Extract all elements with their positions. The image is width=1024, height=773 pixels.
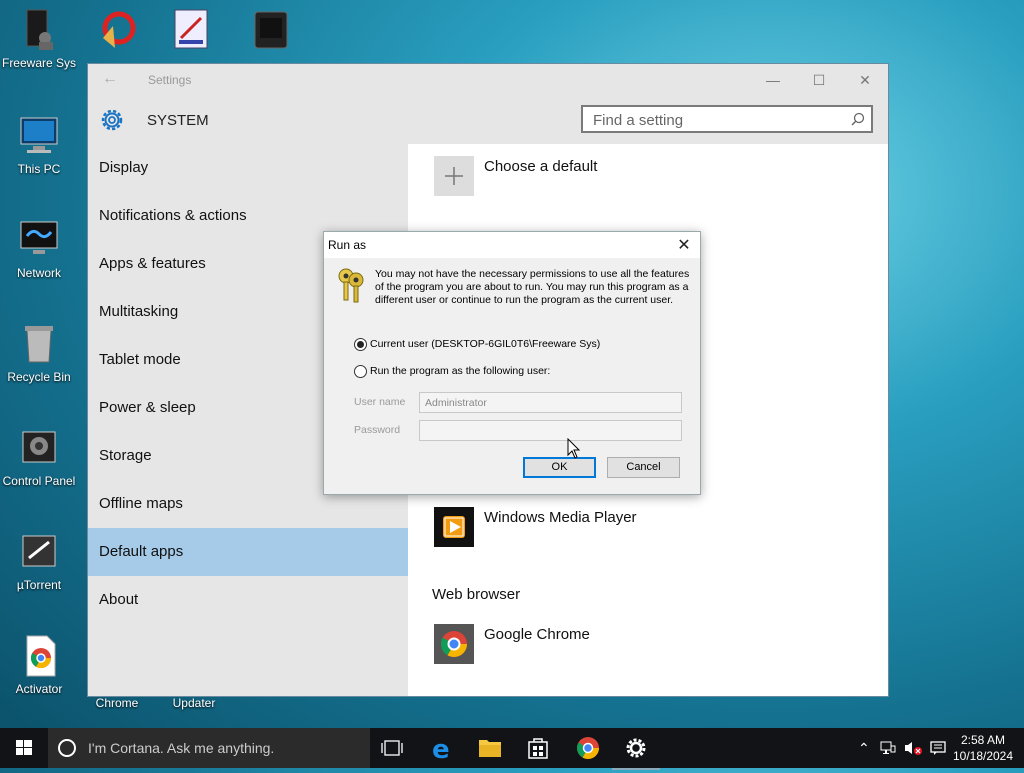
close-button[interactable]: ✕ <box>842 64 888 96</box>
other-user-label: Run the program as the following user: <box>370 365 551 377</box>
username-input[interactable] <box>423 396 677 410</box>
desktop-icon-editor[interactable] <box>152 8 230 56</box>
current-user-label: Current user (DESKTOP-6GIL0T6\Freeware S… <box>370 338 601 350</box>
desktop-icon-terminal[interactable] <box>232 8 310 56</box>
dialog-title: Run as <box>328 238 367 252</box>
user-folder-icon <box>19 8 59 52</box>
desktop-icon-label: This PC <box>17 162 61 176</box>
permission-message: You may not have the necessary permissio… <box>375 268 690 306</box>
find-setting-search[interactable] <box>581 105 873 133</box>
settings-titlebar: ← Settings — ☐ ✕ <box>88 64 888 96</box>
desktop-icon-label: Freeware Sys <box>1 56 77 70</box>
search-input[interactable] <box>591 111 845 130</box>
network-tray-icon[interactable] <box>880 740 896 756</box>
taskbar-clock[interactable]: 2:58 AM 10/18/2024 <box>950 732 1016 764</box>
edge-button[interactable]: e <box>418 728 466 768</box>
terminal-icon <box>251 8 291 52</box>
chrome-taskbar-button[interactable] <box>564 728 612 768</box>
plus-icon <box>434 156 474 196</box>
desktop-icon-network[interactable]: Network <box>0 218 78 280</box>
mouse-cursor-icon <box>567 438 581 459</box>
current-user-radio[interactable] <box>354 338 367 351</box>
settings-gear-icon <box>626 738 646 758</box>
settings-taskbar-button[interactable] <box>612 728 660 770</box>
password-input[interactable] <box>423 424 677 438</box>
video-player-app-name: Windows Media Player <box>484 509 637 526</box>
username-field[interactable] <box>419 392 682 413</box>
minimize-button[interactable]: — <box>750 64 796 96</box>
ccleaner-icon <box>97 8 137 52</box>
taskbar: I'm Cortana. Ask me anything. e ⌃ 2:58 A… <box>0 728 1024 770</box>
windows-media-player-icon <box>434 507 474 547</box>
desktop-icon-label: Activator <box>15 682 63 696</box>
clock-date: 10/18/2024 <box>952 749 1014 763</box>
google-chrome-icon <box>434 624 474 664</box>
file-explorer-button[interactable] <box>466 728 514 768</box>
desktop-icon-label: Recycle Bin <box>7 370 71 384</box>
cancel-button[interactable]: Cancel <box>607 457 680 478</box>
desktop-icon-activator[interactable]: Activator <box>0 634 78 696</box>
control-panel-icon <box>19 426 59 470</box>
gear-icon <box>101 109 123 131</box>
password-field[interactable] <box>419 420 682 441</box>
edge-icon: e <box>432 735 450 765</box>
dialog-titlebar: Run as ✕ <box>324 232 700 258</box>
settings-header: SYSTEM <box>88 96 888 144</box>
desktop-icon-label: Control Panel <box>2 474 76 488</box>
desktop-icon-label: Chrome <box>95 696 139 710</box>
chrome-file-icon <box>19 634 59 678</box>
back-arrow-icon[interactable]: ← <box>102 70 118 88</box>
desktop-icon-label: µTorrent <box>16 578 62 592</box>
nav-item-display[interactable]: Display <box>88 144 408 192</box>
web-browser-app-name: Google Chrome <box>484 626 590 643</box>
desktop-icon-utorrent[interactable]: µTorrent <box>0 530 78 592</box>
store-button[interactable] <box>514 728 562 768</box>
run-as-dialog: Run as ✕ You may not have the necessary … <box>323 231 701 495</box>
computer-icon <box>19 114 59 158</box>
volume-muted-icon[interactable] <box>903 740 923 756</box>
desktop-icon-freeware-sys[interactable]: Freeware Sys <box>0 8 78 70</box>
windows-logo-icon <box>16 740 32 755</box>
keys-icon <box>338 268 364 303</box>
folder-icon <box>479 740 501 757</box>
task-view-icon <box>381 740 403 756</box>
desktop-icon-this-pc[interactable]: This PC <box>0 114 78 176</box>
dialog-close-button[interactable]: ✕ <box>674 235 694 255</box>
recycle-bin-icon <box>19 322 59 366</box>
password-label: Password <box>354 424 401 436</box>
nav-item-about[interactable]: About <box>88 576 408 624</box>
store-icon <box>528 738 548 759</box>
web-browser-heading: Web browser <box>432 586 521 603</box>
desktop-icon-label: Updater <box>172 696 216 710</box>
nav-item-default-apps[interactable]: Default apps <box>88 528 408 576</box>
username-label: User name <box>354 396 406 408</box>
editor-icon <box>171 8 211 52</box>
maximize-button[interactable]: ☐ <box>796 64 842 96</box>
action-center-icon[interactable] <box>930 740 946 756</box>
desktop-icon-ccleaner[interactable] <box>78 8 156 56</box>
desktop-icon-recycle-bin[interactable]: Recycle Bin <box>0 322 78 384</box>
network-icon <box>19 218 59 262</box>
settings-window-title: Settings <box>148 73 192 87</box>
search-icon <box>851 112 865 126</box>
ok-button[interactable]: OK <box>523 457 596 478</box>
chevron-up-icon[interactable]: ⌃ <box>858 740 870 757</box>
cortana-search-box[interactable]: I'm Cortana. Ask me anything. <box>48 728 370 768</box>
desktop-icon-control-panel[interactable]: Control Panel <box>0 426 78 488</box>
cortana-placeholder: I'm Cortana. Ask me anything. <box>88 740 275 756</box>
section-title: SYSTEM <box>147 112 209 129</box>
start-button[interactable] <box>0 728 48 768</box>
other-user-radio[interactable] <box>354 365 367 378</box>
chrome-icon <box>577 737 599 759</box>
cortana-icon <box>58 739 76 757</box>
task-view-button[interactable] <box>368 728 416 768</box>
desktop-icon-label: Network <box>16 266 61 280</box>
utorrent-icon <box>19 530 59 574</box>
choose-default-label: Choose a default <box>484 158 598 175</box>
clock-time: 2:58 AM <box>960 733 1006 747</box>
svg-text:e: e <box>432 735 450 765</box>
